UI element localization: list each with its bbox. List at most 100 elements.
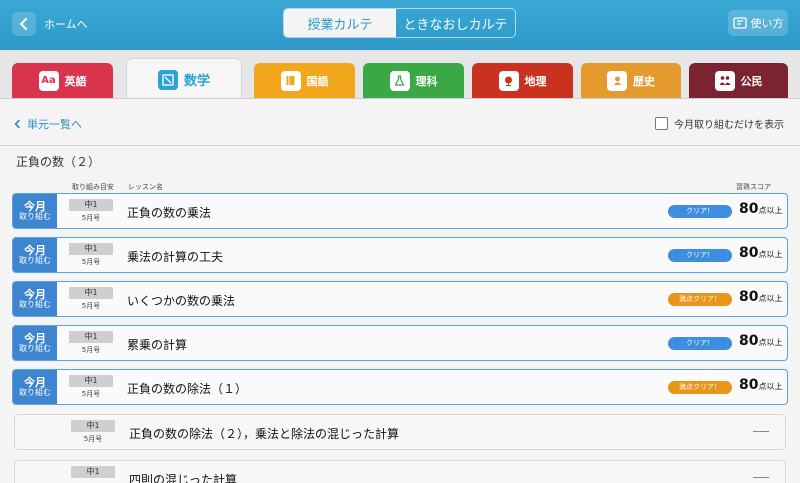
divider: [0, 145, 800, 146]
issue-month: 5月号: [81, 214, 101, 222]
people-icon: [714, 70, 735, 91]
badge-line1: 今月: [24, 288, 46, 302]
score-unit: 点以上: [758, 382, 783, 391]
this-month-badge: 今月 取り組む: [13, 370, 57, 404]
this-month-filter[interactable]: 今月取り組むだけを表示: [655, 116, 784, 131]
this-month-badge: 今月 取り組む: [13, 282, 57, 316]
tab-english-label: 英語: [64, 74, 87, 88]
badge-line2: 取り組む: [19, 211, 51, 221]
tab-science-label: 理科: [415, 74, 438, 88]
score-value: 80: [739, 201, 759, 217]
grade-label: 中1: [69, 243, 113, 255]
col-target-header: 取り組み目安: [72, 183, 114, 191]
badge-line2: 取り組む: [19, 255, 51, 265]
clear-badge: クリア！: [668, 337, 732, 350]
score-value: 80: [739, 377, 759, 393]
lesson-name: 累乗の計算: [127, 338, 188, 352]
issue-month: 5月号: [81, 302, 101, 310]
lesson-row[interactable]: 今月 取り組む 中1 5月号 正負の数の乗法 クリア！ 80点以上: [12, 193, 788, 229]
english-icon: Aa: [38, 70, 59, 91]
lesson-row[interactable]: 今月 取り組む 中1 5月号 累乗の計算 クリア！ 80点以上: [12, 325, 788, 361]
grade-info: 中1 5月号: [71, 420, 115, 444]
badge-line2: 取り組む: [19, 343, 51, 353]
unit-link-label: 単元一覧へ: [27, 118, 82, 131]
chevron-left-icon: [14, 119, 21, 129]
help-label: 使い方: [750, 17, 784, 30]
grade-label: 中1: [71, 420, 115, 432]
col-lesson-header: レッスン名: [128, 183, 163, 191]
guide-icon: [732, 17, 747, 29]
lesson-name: 正負の数の乗法: [127, 206, 212, 220]
lesson-row[interactable]: 中1 5月号 正負の数の除法（２），乗法と除法の混じった計算: [14, 414, 786, 450]
tab-tokinaoshi-karte[interactable]: ときなおしカルテ: [396, 9, 515, 37]
back-button[interactable]: [12, 12, 36, 36]
no-score-dash: [753, 431, 769, 432]
help-button[interactable]: 使い方: [728, 10, 788, 36]
score-value: 80: [739, 289, 759, 305]
tab-history-label: 歴史: [633, 74, 655, 88]
lesson-row[interactable]: 今月 取り組む 中1 5月号 いくつかの数の乗法 満点クリア！ 80点以上: [12, 281, 788, 317]
mode-segmented-control: 授業カルテ ときなおしカルテ: [283, 8, 516, 38]
flask-icon: [389, 70, 410, 91]
badge-line2: 取り組む: [19, 387, 51, 397]
grade-label: 中1: [69, 375, 113, 387]
score-value: 80: [739, 245, 759, 261]
score-value: 80: [739, 333, 759, 349]
main-content: 単元一覧へ 今月取り組むだけを表示 正負の数（２） 取り組み目安 レッスン名 習…: [0, 98, 800, 483]
lesson-name: 乗法の計算の工夫: [127, 250, 224, 264]
clear-badge: クリア！: [668, 249, 732, 262]
tab-civics-label: 公民: [740, 74, 763, 88]
tab-japanese[interactable]: 国語: [254, 63, 355, 98]
filter-checkbox[interactable]: [655, 117, 668, 130]
back-label[interactable]: ホームへ: [44, 16, 88, 32]
lesson-name: いくつかの数の乗法: [127, 294, 236, 308]
issue-month: 5月号: [81, 346, 101, 354]
badge-line2: 取り組む: [19, 299, 51, 309]
lesson-name: 四則の混じった計算: [129, 473, 238, 483]
math-icon: [157, 69, 178, 90]
badge-line1: 今月: [24, 200, 46, 214]
lesson-row[interactable]: 今月 取り組む 中1 5月号 正負の数の除法（１） 満点クリア！ 80点以上: [12, 369, 788, 405]
issue-month: 5月号: [83, 435, 103, 443]
grade-info: 中1 5月号: [69, 287, 113, 311]
col-score-header: 習熟スコア: [736, 183, 771, 191]
this-month-badge: 今月 取り組む: [13, 326, 57, 360]
this-month-badge: 今月 取り組む: [13, 194, 57, 228]
mastery-score: 80点以上: [739, 333, 782, 349]
tab-math[interactable]: 数学: [126, 58, 242, 100]
grade-info: 中1 5月号: [69, 199, 113, 223]
globe-icon: [498, 70, 519, 91]
no-score-dash: [753, 477, 769, 478]
issue-month: 5月号: [81, 258, 101, 266]
mastery-score: 80点以上: [739, 289, 782, 305]
lesson-row[interactable]: 中1 四則の混じった計算: [14, 460, 786, 483]
subject-tabs: Aa 英語 数学 国語 理科 地理 歴史 公民: [0, 50, 800, 100]
grade-label: 中1: [71, 466, 115, 478]
grade-label: 中1: [69, 287, 113, 299]
mastery-score: 80点以上: [739, 245, 782, 261]
mastery-score: 80点以上: [739, 201, 782, 217]
top-header: ホームへ 授業カルテ ときなおしカルテ 使い方: [0, 0, 800, 50]
mastery-score: 80点以上: [739, 377, 782, 393]
lesson-row[interactable]: 今月 取り組む 中1 5月号 乗法の計算の工夫 クリア！ 80点以上: [12, 237, 788, 273]
grade-info: 中1 5月号: [69, 375, 113, 399]
tab-jugyo-karte[interactable]: 授業カルテ: [284, 9, 396, 37]
score-unit: 点以上: [758, 338, 783, 347]
tab-science[interactable]: 理科: [363, 63, 464, 98]
tab-english[interactable]: Aa 英語: [12, 63, 113, 98]
tab-geography[interactable]: 地理: [472, 63, 573, 98]
tab-civics[interactable]: 公民: [689, 63, 788, 98]
tab-geography-label: 地理: [524, 74, 547, 88]
book-icon: [280, 70, 301, 91]
this-month-badge: 今月 取り組む: [13, 238, 57, 272]
unit-list-link[interactable]: 単元一覧へ: [14, 116, 82, 132]
issue-month: 5月号: [81, 390, 101, 398]
tab-history[interactable]: 歴史: [581, 63, 681, 98]
score-unit: 点以上: [758, 206, 783, 215]
grade-info: 中1 5月号: [69, 243, 113, 267]
tab-math-label: 数学: [183, 74, 210, 89]
grade-info: 中1 5月号: [69, 331, 113, 355]
clear-badge: クリア！: [668, 205, 732, 218]
badge-line1: 今月: [24, 244, 46, 258]
badge-line1: 今月: [24, 376, 46, 390]
